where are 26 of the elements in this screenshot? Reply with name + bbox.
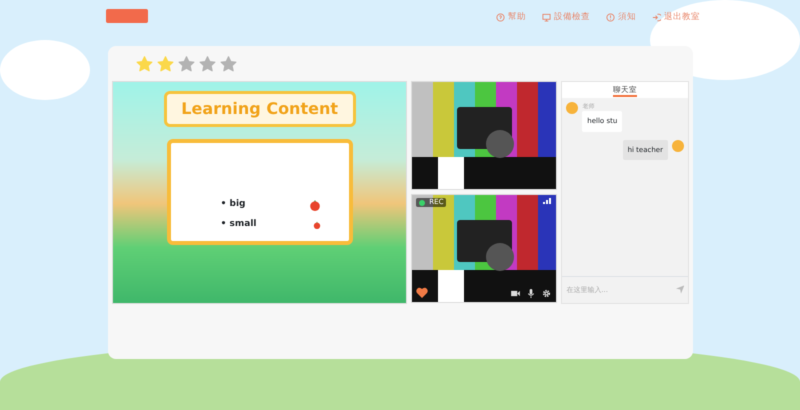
tomato-icon bbox=[308, 199, 321, 211]
microphone-icon[interactable] bbox=[528, 289, 534, 298]
empty-star-icon bbox=[220, 56, 237, 73]
slide-title: Learning Content bbox=[164, 91, 356, 127]
logo bbox=[106, 9, 148, 23]
nav-link[interactable]: 設備檢查 bbox=[542, 10, 590, 24]
vocabulary-word: • big bbox=[220, 198, 246, 212]
vocabulary-word: • small bbox=[220, 218, 257, 232]
filled-star-icon bbox=[136, 56, 153, 73]
monitor-icon bbox=[542, 12, 551, 22]
avatar-icon bbox=[672, 140, 684, 152]
settings-icon[interactable] bbox=[542, 289, 552, 298]
nav-link[interactable]: 退出教室 bbox=[652, 10, 700, 24]
camera-icon[interactable] bbox=[511, 290, 520, 297]
avatar-icon bbox=[566, 102, 578, 114]
nav-link[interactable]: 須知 bbox=[606, 10, 636, 24]
empty-star-icon bbox=[178, 56, 195, 73]
filled-star-icon bbox=[157, 56, 174, 73]
exit-icon bbox=[652, 12, 661, 22]
heart-icon[interactable] bbox=[416, 287, 428, 298]
nav-link[interactable]: 幫助 bbox=[496, 10, 526, 24]
tomato-icon bbox=[312, 221, 321, 229]
help-icon bbox=[496, 12, 505, 22]
info-icon bbox=[606, 12, 615, 22]
signal-icon bbox=[543, 198, 552, 204]
empty-star-icon bbox=[199, 56, 216, 73]
